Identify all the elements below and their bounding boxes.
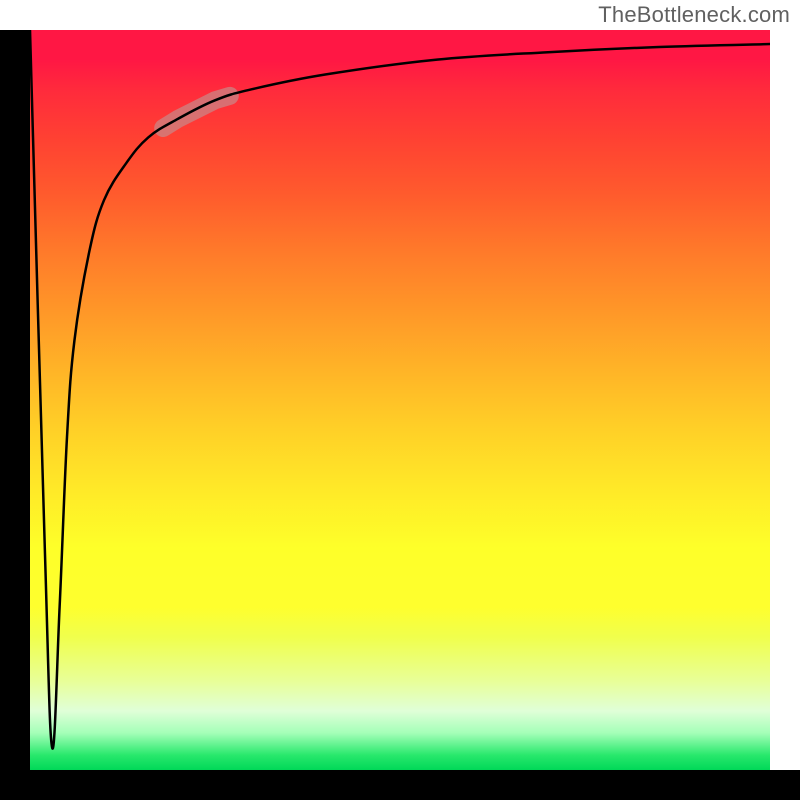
chart-canvas: TheBottleneck.com [0,0,800,800]
x-axis [0,770,800,800]
bottleneck-curve [30,30,770,770]
attribution-text: TheBottleneck.com [598,2,790,28]
y-axis [0,30,30,770]
curve-highlight-icon [30,30,770,770]
plot-area [30,30,770,770]
